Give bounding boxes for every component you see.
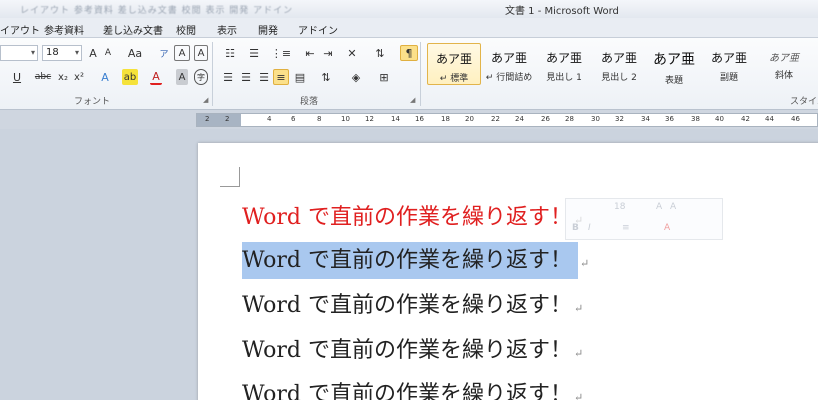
distributed-button[interactable]: ▤ (292, 69, 308, 85)
styles-group-label: スタイル (790, 97, 818, 107)
paragraph-group-label: 段落 (300, 97, 319, 107)
mini-font-size[interactable]: 18 (614, 202, 625, 212)
document-line-3[interactable]: Word で直前の作業を繰り返す！ ↵ (242, 287, 583, 319)
text-effects-button[interactable]: A (98, 69, 112, 85)
tab-mailings[interactable]: 差し込み文書 (103, 22, 163, 37)
document-line-5[interactable]: Word で直前の作業を繰り返す！ ↵ (242, 376, 583, 400)
multilevel-list-button[interactable]: ⋮≡ (270, 45, 292, 61)
title-bar: レイアウト 参考資料 差し込み文書 校閲 表示 開発 アドイン 文書 1 - M… (0, 0, 818, 18)
asian-layout-button[interactable]: ✕ (342, 45, 362, 61)
align-left-button[interactable]: ☰ (220, 69, 236, 85)
tab-view[interactable]: 表示 (217, 22, 237, 37)
mini-grow-font-button[interactable]: A (656, 202, 662, 212)
phonetic-guide-icon[interactable]: ア (156, 45, 172, 61)
style-no-spacing[interactable]: あア亜 ↵ 行間詰め (482, 43, 536, 85)
mini-align-button[interactable]: ≡ (622, 223, 630, 233)
align-center-button[interactable]: ☰ (238, 69, 254, 85)
mini-bold-button[interactable]: B (572, 223, 579, 233)
font-color-button[interactable]: A (150, 69, 162, 85)
shrink-font-button[interactable]: A (102, 45, 114, 61)
mini-toolbar[interactable]: 18 A A B I ≡ A (565, 198, 723, 240)
strikethrough-button[interactable]: abc (32, 69, 54, 85)
margin-corner-mark (220, 167, 240, 187)
ruler-margin (197, 114, 241, 126)
font-group-label: フォント (74, 97, 111, 107)
style-heading-1[interactable]: あア亜 見出し 1 (537, 43, 591, 85)
group-separator (212, 42, 213, 106)
mini-italic-button[interactable]: I (588, 223, 591, 233)
ribbon: ▾ 18 ▾ A A Aa ア A A U abc x₂ x² A ab A A … (0, 38, 818, 110)
style-emphasis[interactable]: あア亜 斜体 (757, 43, 811, 85)
tab-addins[interactable]: アドイン (298, 22, 338, 37)
document-line-1[interactable]: Word で直前の作業を繰り返す！↵ (242, 199, 583, 231)
tab-developer[interactable]: 開発 (258, 22, 278, 37)
change-case-button[interactable]: Aa (124, 45, 146, 61)
underline-button[interactable]: U (12, 69, 22, 85)
superscript-button[interactable]: x² (72, 69, 86, 85)
sort-button[interactable]: ⇅ (372, 45, 388, 61)
character-shading-button[interactable]: A (176, 69, 188, 85)
numbering-button[interactable]: ☰ (244, 45, 264, 61)
group-separator (420, 42, 421, 106)
document-page[interactable]: Word で直前の作業を繰り返す！↵ Word で直前の作業を繰り返す！↵ Wo… (198, 143, 818, 400)
borders-button[interactable]: ⊞ (374, 69, 394, 85)
document-line-2-selected[interactable]: Word で直前の作業を繰り返す！ ↵ (242, 242, 589, 279)
show-marks-button[interactable]: ¶ (400, 45, 418, 61)
shading-button[interactable]: ◈ (346, 69, 366, 85)
style-heading-2[interactable]: あア亜 見出し 2 (592, 43, 646, 85)
align-right-button[interactable]: ☰ (256, 69, 272, 85)
font-dialog-launcher-icon[interactable]: ◢ (203, 96, 208, 104)
enclose-characters-button[interactable]: 字 (194, 69, 208, 85)
justify-button[interactable]: ≡ (273, 69, 289, 85)
font-name-field[interactable]: ▾ (0, 45, 38, 61)
char-border-button[interactable]: A (174, 45, 190, 61)
bullets-button[interactable]: ☷ (220, 45, 240, 61)
mini-shrink-font-button[interactable]: A (670, 202, 676, 212)
paragraph-dialog-launcher-icon[interactable]: ◢ (410, 96, 415, 104)
char-shading-button[interactable]: A (194, 45, 208, 61)
document-line-4[interactable]: Word で直前の作業を繰り返す！ ↵ (242, 332, 583, 364)
ribbon-tab-row: イアウト 参考資料 差し込み文書 校閲 表示 開発 アドイン (0, 18, 818, 38)
tab-layout[interactable]: イアウト (0, 22, 40, 37)
subscript-button[interactable]: x₂ (56, 69, 70, 85)
tab-review[interactable]: 校閲 (176, 22, 196, 37)
horizontal-ruler[interactable]: 2 2 4 6 8 10 12 14 16 18 20 22 24 26 28 … (196, 113, 818, 127)
tab-references[interactable]: 参考資料 (44, 22, 84, 37)
font-size-field[interactable]: 18 ▾ (42, 45, 82, 61)
style-normal[interactable]: あア亜 ↵ 標準 (427, 43, 481, 85)
style-title[interactable]: あア亜 表題 (647, 43, 701, 86)
highlight-color-button[interactable]: ab (122, 69, 138, 85)
grow-font-button[interactable]: A (86, 45, 100, 61)
decrease-indent-button[interactable]: ⇤ (302, 45, 318, 61)
mini-font-color-button[interactable]: A (664, 223, 670, 233)
style-subtitle[interactable]: あア亜 副題 (702, 43, 756, 85)
line-spacing-button[interactable]: ⇅ (316, 69, 336, 85)
quick-access-toolbar: レイアウト 参考資料 差し込み文書 校閲 表示 開発 アドイン (20, 6, 294, 16)
increase-indent-button[interactable]: ⇥ (320, 45, 336, 61)
window-title: 文書 1 - Microsoft Word (505, 6, 619, 17)
